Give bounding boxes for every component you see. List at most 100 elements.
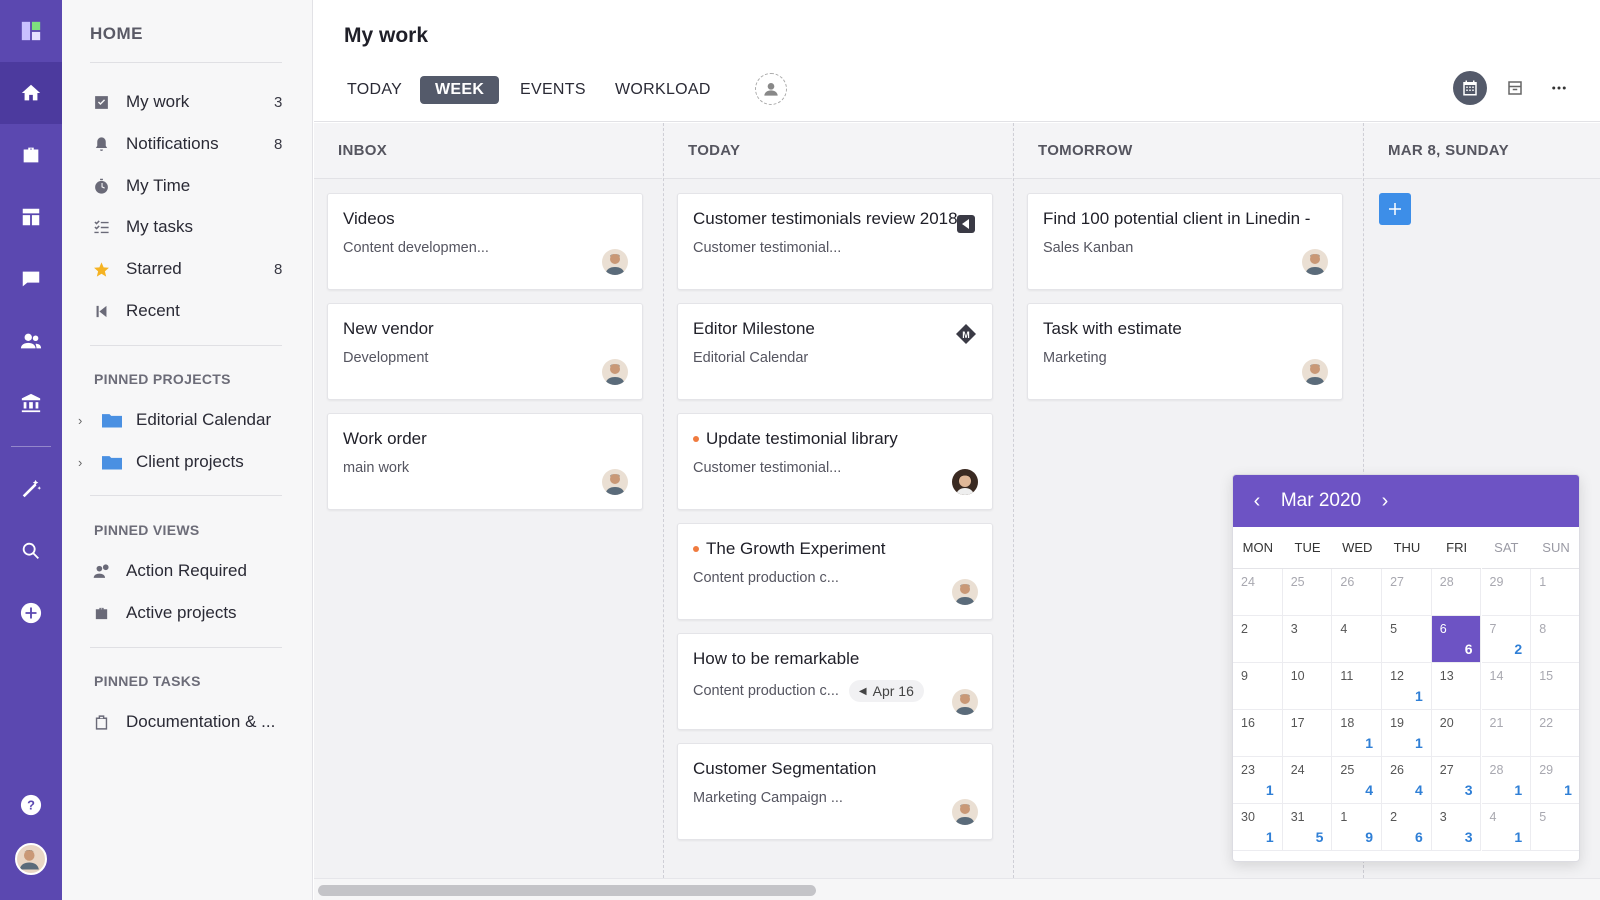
calendar-day[interactable]: 8 xyxy=(1531,616,1579,663)
calendar-day[interactable]: 24 xyxy=(1282,757,1333,804)
calendar-day[interactable]: 28 1 xyxy=(1481,757,1532,804)
calendar-day[interactable]: 30 1 xyxy=(1233,804,1283,851)
assignee-avatar[interactable] xyxy=(952,579,978,605)
calendar-day[interactable]: 31 5 xyxy=(1282,804,1333,851)
sidebar-item-starred[interactable]: Starred xyxy=(90,251,290,287)
pinned-project-editorial-calendar[interactable]: › Editorial Calendar xyxy=(78,402,308,438)
calendar-day[interactable]: 19 1 xyxy=(1382,710,1432,757)
pinned-view-action-required[interactable]: Action Required xyxy=(90,553,290,589)
calendar-day[interactable]: 13 xyxy=(1431,663,1482,710)
calendar-day[interactable]: 26 xyxy=(1332,569,1383,616)
calendar-day[interactable]: 15 xyxy=(1531,663,1579,710)
assignee-avatar[interactable] xyxy=(952,469,978,495)
rail-help-button[interactable]: ? xyxy=(0,774,62,836)
calendar-day[interactable]: 27 xyxy=(1382,569,1432,616)
calendar-day[interactable]: 16 xyxy=(1233,710,1283,757)
task-card[interactable]: Task with estimate Marketing xyxy=(1027,303,1343,400)
user-avatar[interactable] xyxy=(15,843,47,875)
calendar-day[interactable]: 1 xyxy=(1531,569,1579,616)
task-card[interactable]: Editor Milestone Editorial Calendar M xyxy=(677,303,993,400)
app-logo[interactable] xyxy=(0,0,62,62)
assignee-avatar[interactable] xyxy=(1302,249,1328,275)
calendar-day[interactable]: 27 3 xyxy=(1431,757,1482,804)
rail-search-button[interactable] xyxy=(0,520,62,582)
task-card[interactable]: Work order main work xyxy=(327,413,643,510)
rail-home-button[interactable] xyxy=(0,62,62,124)
horizontal-scrollbar[interactable] xyxy=(314,878,1600,900)
sidebar-item-recent[interactable]: Recent xyxy=(90,293,290,329)
rail-dashboards-button[interactable] xyxy=(0,186,62,248)
task-card[interactable]: How to be remarkable Content production … xyxy=(677,633,993,730)
calendar-day[interactable]: 4 xyxy=(1332,616,1383,663)
tab-today[interactable]: TODAY xyxy=(332,76,417,104)
tab-events[interactable]: EVENTS xyxy=(505,76,601,104)
calendar-toggle-button[interactable] xyxy=(1453,71,1487,105)
pinned-task-documentation[interactable]: Documentation & ... xyxy=(90,704,310,740)
calendar-day[interactable]: 10 xyxy=(1282,663,1333,710)
calendar-day[interactable]: 5 xyxy=(1531,804,1579,851)
calendar-day[interactable]: 29 1 xyxy=(1531,757,1579,804)
calendar-day[interactable]: 41 xyxy=(1481,804,1532,851)
calendar-day[interactable]: 66 xyxy=(1431,616,1482,663)
previous-month-button[interactable]: ‹ xyxy=(1243,490,1271,513)
assignee-avatar[interactable] xyxy=(602,249,628,275)
calendar-day[interactable]: 2 xyxy=(1233,616,1283,663)
task-card[interactable]: Update testimonial library Customer test… xyxy=(677,413,993,510)
calendar-day[interactable]: 25 xyxy=(1282,569,1333,616)
calendar-day[interactable]: 21 xyxy=(1481,710,1532,757)
scrollbar-thumb[interactable] xyxy=(318,885,816,896)
calendar-day[interactable]: 22 xyxy=(1531,710,1579,757)
calendar-day[interactable]: 33 xyxy=(1431,804,1482,851)
more-options-button[interactable] xyxy=(1542,71,1576,105)
assignee-avatar[interactable] xyxy=(952,799,978,825)
rail-create-button[interactable] xyxy=(0,582,62,644)
calendar-day[interactable]: 24 xyxy=(1233,569,1283,616)
calendar-day[interactable]: 29 xyxy=(1481,569,1532,616)
due-date-pill[interactable]: ◀ Apr 16 xyxy=(848,680,924,702)
calendar-day[interactable]: 12 1 xyxy=(1382,663,1432,710)
tab-week[interactable]: WEEK xyxy=(420,76,500,104)
chevron-right-icon[interactable]: › xyxy=(78,413,90,428)
calendar-day[interactable]: 5 xyxy=(1382,616,1432,663)
calendar-day[interactable]: 25 4 xyxy=(1332,757,1383,804)
task-card[interactable]: New vendor Development xyxy=(327,303,643,400)
pinned-project-client-projects[interactable]: › Client projects xyxy=(78,444,308,480)
calendar-day[interactable]: 9 xyxy=(1233,663,1283,710)
sidebar-item-notifications[interactable]: Notifications xyxy=(90,126,290,162)
rail-chat-button[interactable] xyxy=(0,248,62,310)
next-month-button[interactable]: › xyxy=(1371,490,1399,513)
pinned-view-active-projects[interactable]: Active projects xyxy=(90,595,290,631)
task-card[interactable]: Videos Content developmen... xyxy=(327,193,643,290)
calendar-day[interactable]: 26 xyxy=(1382,804,1432,851)
chevron-right-icon[interactable]: › xyxy=(78,455,90,470)
sidebar-item-my-time[interactable]: My Time xyxy=(90,168,290,204)
task-card[interactable]: The Growth Experiment Content production… xyxy=(677,523,993,620)
rail-team-button[interactable] xyxy=(0,310,62,372)
sidebar-item-my-tasks[interactable]: My tasks xyxy=(90,209,290,245)
rail-automation-button[interactable] xyxy=(0,458,62,520)
archive-button[interactable] xyxy=(1498,71,1532,105)
calendar-day[interactable]: 28 xyxy=(1431,569,1482,616)
assignee-avatar[interactable] xyxy=(952,689,978,715)
assignee-avatar[interactable] xyxy=(1302,359,1328,385)
calendar-day[interactable]: 20 xyxy=(1431,710,1482,757)
calendar-day[interactable]: 14 xyxy=(1481,663,1532,710)
sidebar-item-my-work[interactable]: My work xyxy=(90,84,290,120)
task-card[interactable]: Customer testimonials review 2018 Custom… xyxy=(677,193,993,290)
assignee-avatar[interactable] xyxy=(602,359,628,385)
calendar-day[interactable]: 26 4 xyxy=(1382,757,1432,804)
assignee-avatar[interactable] xyxy=(602,469,628,495)
calendar-day[interactable]: 11 xyxy=(1332,663,1383,710)
calendar-day[interactable]: 19 xyxy=(1332,804,1383,851)
tab-workload[interactable]: WORKLOAD xyxy=(600,76,726,104)
calendar-day[interactable]: 72 xyxy=(1481,616,1532,663)
task-card[interactable]: Find 100 potential client in Linedin - S… xyxy=(1027,193,1343,290)
user-filter-button[interactable] xyxy=(755,73,787,105)
add-task-button[interactable] xyxy=(1379,193,1411,225)
rail-portfolio-button[interactable] xyxy=(0,372,62,434)
rail-projects-button[interactable] xyxy=(0,124,62,186)
calendar-day[interactable]: 17 xyxy=(1282,710,1333,757)
calendar-day[interactable]: 23 1 xyxy=(1233,757,1283,804)
task-card[interactable]: Customer Segmentation Marketing Campaign… xyxy=(677,743,993,840)
calendar-day[interactable]: 3 xyxy=(1282,616,1333,663)
